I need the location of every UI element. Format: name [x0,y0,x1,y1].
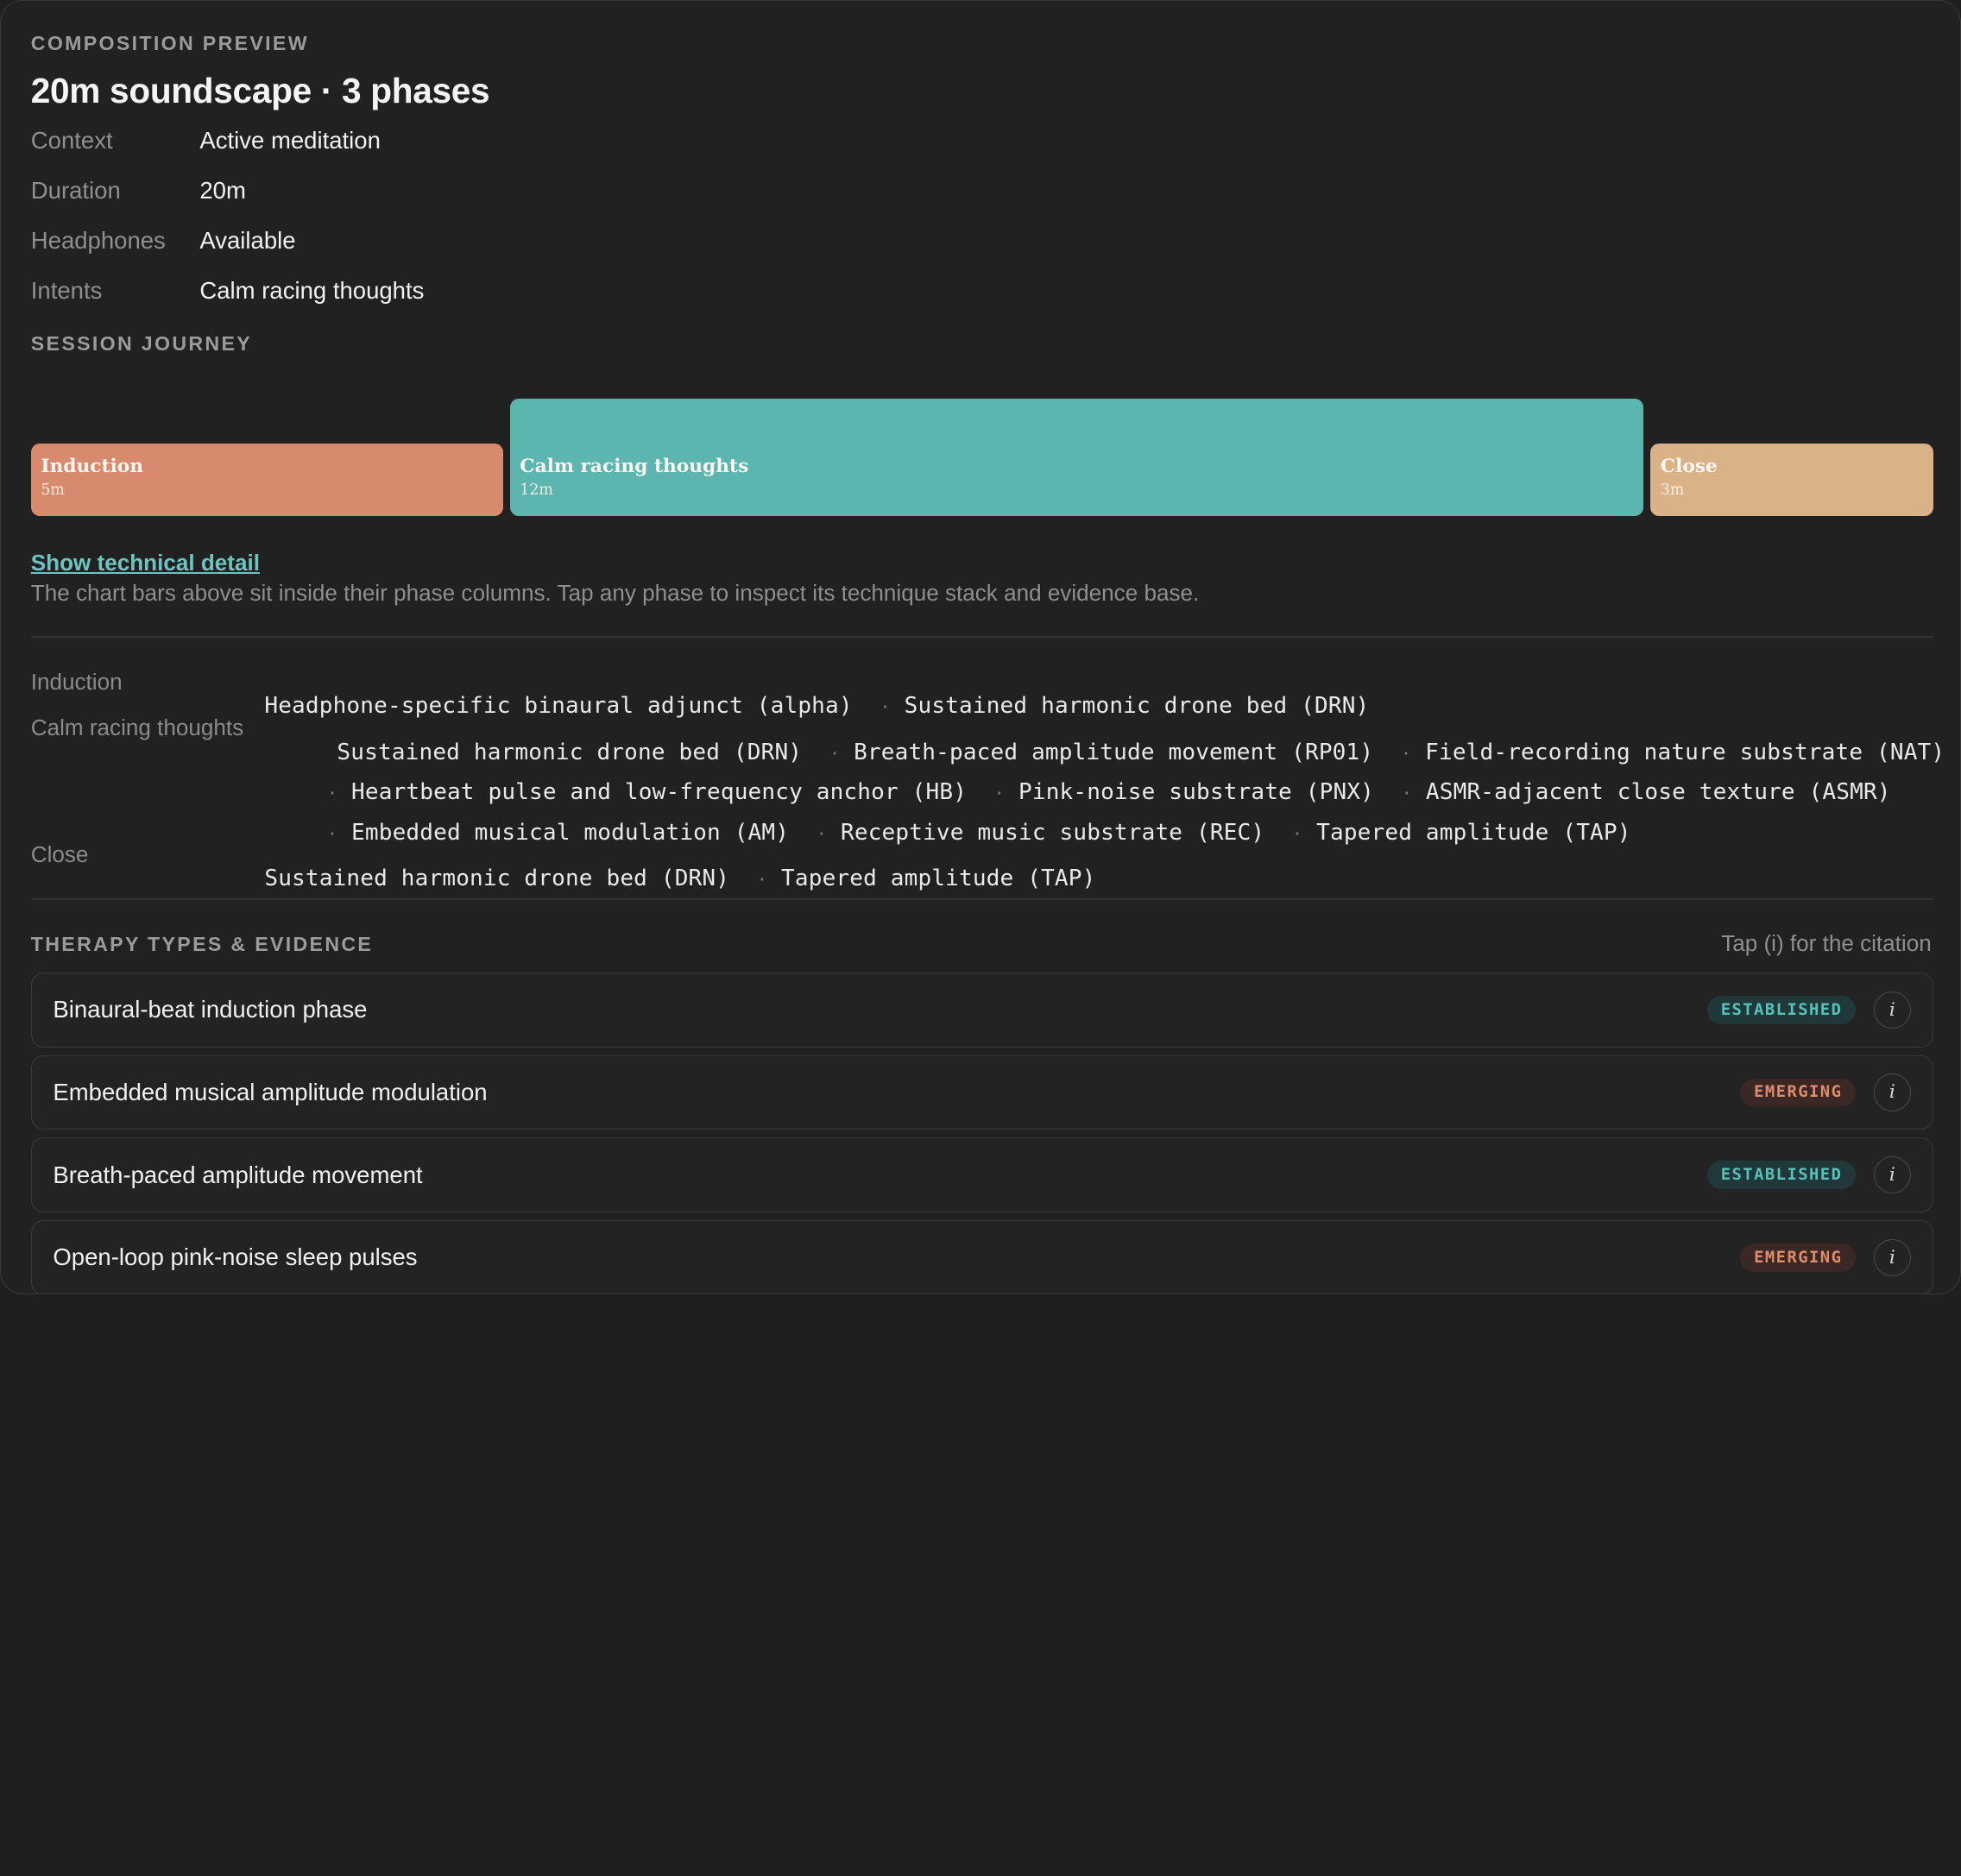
meta-row-context: Context Active meditation [31,116,425,166]
meta-key: Intents [30,277,103,305]
meta-key: Headphones [30,227,166,255]
info-icon[interactable]: i [1873,1073,1912,1111]
tech-row-label-calm-racing-thoughts: Calm racing thoughts [30,715,244,741]
phase-name: Induction [41,456,144,478]
info-icon[interactable]: i [1873,1155,1912,1194]
divider [30,898,1933,900]
evidence-title: Embedded musical amplitude modulation [53,1078,488,1105]
citation-hint: Tap (i) for the citation [1721,929,1932,956]
phase-name: Calm racing thoughts [520,456,749,478]
meta-value: Available [199,227,296,255]
meta-value: Calm racing thoughts [199,277,425,305]
phase-block-calm-racing-thoughts[interactable]: Calm racing thoughts 12m [509,398,1643,516]
info-icon[interactable]: i [1873,991,1912,1029]
technical-hint: The chart bars above sit inside their ph… [30,579,1200,606]
tech-line: Sustained harmonic drone bed (DRN) · Tap… [210,840,1096,917]
evidence-badge: EMERGING [1740,1243,1857,1272]
session-journey-timeline: Induction 5m Calm racing thoughts 12m Cl… [30,398,1933,518]
evidence-badge: EMERGING [1740,1078,1857,1107]
meta-row-duration: Duration 20m [31,166,425,216]
composition-preview-eyebrow: COMPOSITION PREVIEW [30,32,309,55]
phase-duration: 3m [1660,481,1685,499]
phase-block-close[interactable]: Close 3m [1650,443,1933,516]
phase-block-induction[interactable]: Induction 5m [30,443,504,516]
technique-item: Tapered amplitude (TAP) [781,866,1096,892]
evidence-badge: ESTABLISHED [1706,996,1857,1024]
separator-dot: · [756,869,768,891]
separator-dot: · [1291,822,1303,844]
phase-duration: 5m [41,481,65,499]
meta-key: Context [30,127,113,154]
session-journey-eyebrow: SESSION JOURNEY [30,331,253,355]
evidence-row[interactable]: Embedded musical amplitude modulation EM… [30,1054,1933,1130]
technique-item: Tapered amplitude (TAP) [1316,819,1631,846]
evidence-row[interactable]: Breath-paced amplitude movement ESTABLIS… [30,1137,1933,1213]
composition-preview-card: COMPOSITION PREVIEW 20m soundscape · 3 p… [0,0,1961,1294]
meta-row-intents: Intents Calm racing thoughts [31,266,425,316]
evidence-row[interactable]: Open-loop pink-noise sleep pulses EMERGI… [30,1219,1933,1294]
meta-value: 20m [199,177,246,205]
evidence-title: Open-loop pink-noise sleep pulses [53,1243,418,1271]
session-meta: Context Active meditation Duration 20m H… [31,116,425,316]
divider [30,636,1933,638]
info-icon[interactable]: i [1873,1238,1912,1276]
meta-key: Duration [30,177,121,205]
evidence-title: Binaural-beat induction phase [53,996,368,1023]
tech-row-label-close: Close [30,840,89,867]
technique-item: Sustained harmonic drone bed (DRN) [264,866,730,892]
evidence-badge: ESTABLISHED [1706,1161,1857,1189]
phase-name: Close [1660,456,1718,478]
tech-row-label-induction: Induction [30,668,123,695]
evidence-row[interactable]: Binaural-beat induction phase ESTABLISHE… [30,972,1933,1048]
therapy-evidence-eyebrow: THERAPY TYPES & EVIDENCE [30,932,374,955]
meta-row-headphones: Headphones Available [31,216,425,266]
page-title: 20m soundscape · 3 phases [30,71,490,111]
meta-value: Active meditation [199,127,381,154]
show-technical-detail-link[interactable]: Show technical detail [31,550,260,576]
phase-duration: 12m [520,481,553,499]
evidence-title: Breath-paced amplitude movement [53,1161,423,1188]
